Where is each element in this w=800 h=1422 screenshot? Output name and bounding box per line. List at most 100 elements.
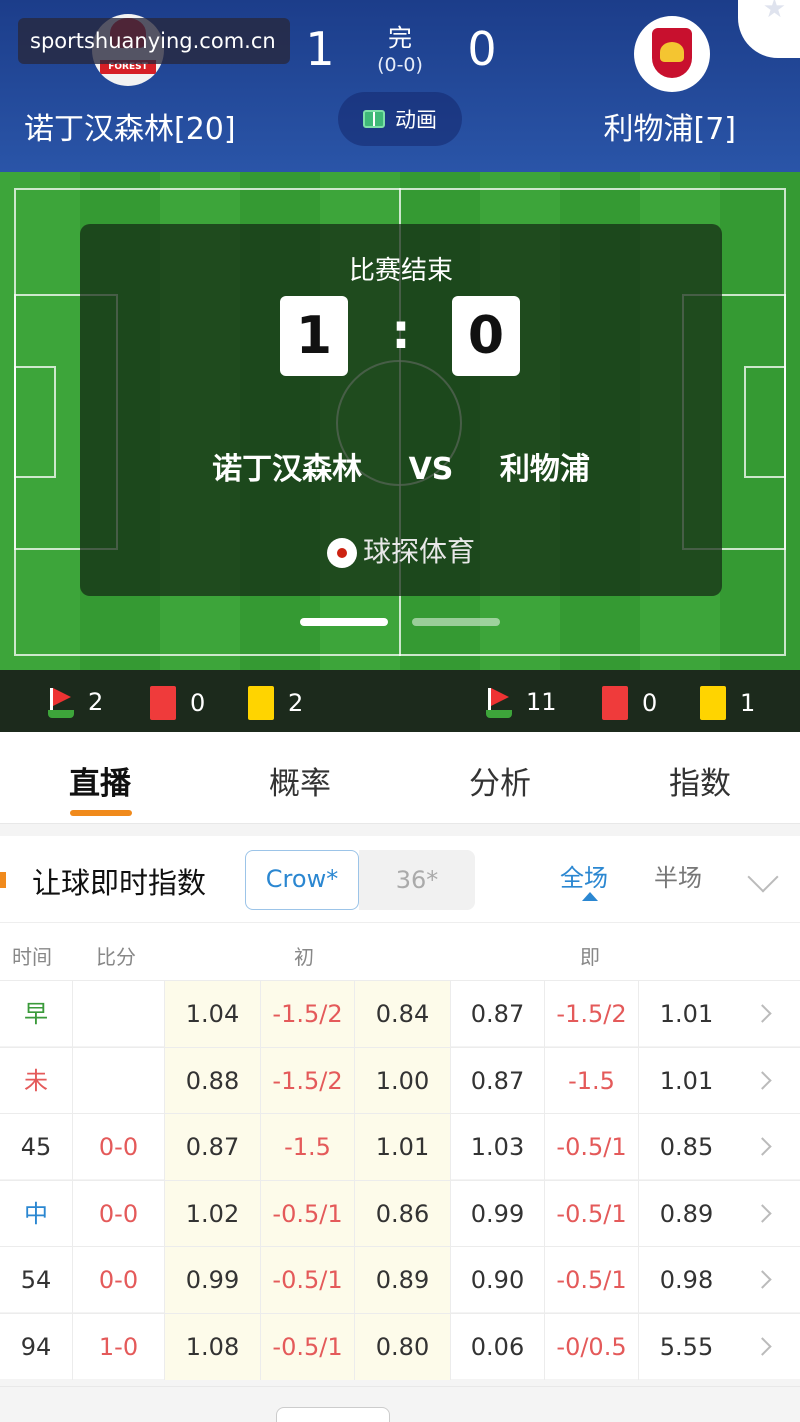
overlay-away-score: 0 xyxy=(452,296,520,376)
home-red-count: 0 xyxy=(190,689,206,717)
cell-h1: -1.5/2 xyxy=(260,1047,354,1114)
cell-o2: 0.90 xyxy=(450,1247,544,1313)
away-yellow-cards: 1 xyxy=(700,686,755,720)
cell-score: 0-0 xyxy=(72,1114,164,1180)
home-red-cards: 0 xyxy=(150,686,205,720)
cell-o2: 0.87 xyxy=(450,1047,544,1114)
cell-h2: -1.5 xyxy=(544,1047,638,1114)
overlay-colon: : xyxy=(391,304,411,360)
cell-h2: -0.5/1 xyxy=(544,1114,638,1180)
chevron-right-icon[interactable] xyxy=(753,1203,772,1223)
col-time: 时间 xyxy=(12,945,52,969)
cell-time: 45 xyxy=(20,1133,52,1161)
overlay-vs: VS xyxy=(408,452,454,487)
odds-section-header: 让球即时指数 36* Crow* 全场 半场 xyxy=(0,836,800,922)
chevron-right-icon[interactable] xyxy=(753,1070,772,1090)
cell-o2: 0.99 xyxy=(450,1180,544,1247)
cell-o2: 1.03 xyxy=(450,1114,544,1180)
chevron-right-icon[interactable] xyxy=(753,1336,772,1356)
table-row[interactable]: 未 0.88 -1.5/2 1.00 0.87 -1.5 1.01 xyxy=(0,1046,800,1114)
chevron-right-icon[interactable] xyxy=(753,1137,772,1156)
away-score: 0 xyxy=(467,22,497,76)
cell-o1: 1.02 xyxy=(164,1180,260,1247)
table-row[interactable]: 54 0-0 0.99 -0.5/1 0.89 0.90 -0.5/1 0.98 xyxy=(0,1246,800,1313)
cell-u1: 1.00 xyxy=(354,1047,450,1114)
yellow-card-icon xyxy=(248,686,274,720)
home-corners: 2 xyxy=(48,686,103,718)
animation-label: 动画 xyxy=(395,108,437,132)
result-overlay: 比赛结束 1 : 0 诺丁汉森林 VS 利物浦 球探体育 xyxy=(80,224,722,596)
cell-o1: 0.99 xyxy=(164,1247,260,1313)
cell-u2: 0.89 xyxy=(638,1180,734,1247)
overlay-title: 比赛结束 xyxy=(348,256,453,286)
tab-live[interactable]: 直播 xyxy=(0,758,200,803)
away-red-count: 0 xyxy=(642,689,658,717)
tab-odds[interactable]: 指数 xyxy=(600,758,800,803)
carousel-dot-active[interactable] xyxy=(300,618,388,626)
animation-button[interactable]: 动画 xyxy=(338,92,462,146)
home-team-name[interactable]: 诺丁汉森林[20] xyxy=(24,104,236,148)
col-score: 比分 xyxy=(96,945,136,969)
cell-o2: 0.06 xyxy=(450,1313,544,1380)
home-corners-count: 2 xyxy=(88,688,104,716)
cell-h1: -1.5/2 xyxy=(260,981,354,1047)
home-yellow-count: 2 xyxy=(288,689,304,717)
halftime-score: (0-0) xyxy=(377,54,423,76)
corner-flag-icon xyxy=(48,686,74,718)
cell-u1: 0.86 xyxy=(354,1180,450,1247)
table-row[interactable]: 早 1.04 -1.5/2 0.84 0.87 -1.5/2 1.01 xyxy=(0,980,800,1047)
away-corners: 11 xyxy=(486,686,557,718)
table-row[interactable]: 45 0-0 0.87 -1.5 1.01 1.03 -0.5/1 0.85 xyxy=(0,1113,800,1180)
match-header: FOREST sportshuanying.com.cn 1 完 (0-0) 0… xyxy=(0,0,800,172)
cell-u1: 0.89 xyxy=(354,1247,450,1313)
corner-flag-icon xyxy=(486,686,512,718)
company-tab-crow-next[interactable] xyxy=(276,1407,390,1422)
section-title: 让球即时指数 xyxy=(32,866,207,900)
cell-time: 54 xyxy=(20,1266,52,1294)
cell-score xyxy=(72,981,164,1047)
col-live: 即 xyxy=(580,945,600,969)
table-row[interactable]: 94 1-0 1.08 -0.5/1 0.80 0.06 -0/0.5 5.55 xyxy=(0,1312,800,1380)
company-tab-36[interactable]: 36* xyxy=(359,850,475,910)
cell-h1: -0.5/1 xyxy=(260,1247,354,1313)
away-team-badge-icon[interactable] xyxy=(634,16,710,92)
table-row[interactable]: 中 0-0 1.02 -0.5/1 0.86 0.99 -0.5/1 0.89 xyxy=(0,1179,800,1247)
football-icon xyxy=(326,538,357,568)
liverbird-shield-icon xyxy=(652,28,692,78)
cell-u1: 0.84 xyxy=(354,981,450,1047)
cell-score: 0-0 xyxy=(72,1247,164,1313)
pitch-icon xyxy=(363,110,385,128)
cell-u1: 0.80 xyxy=(354,1313,450,1380)
away-red-cards: 0 xyxy=(602,686,657,720)
yellow-card-icon xyxy=(700,686,726,720)
tab-probability[interactable]: 概率 xyxy=(200,758,400,803)
cell-h2: -0.5/1 xyxy=(544,1247,638,1313)
away-team-name[interactable]: 利物浦[7] xyxy=(604,104,737,148)
cell-o1: 1.04 xyxy=(164,981,260,1047)
carousel-dot[interactable] xyxy=(412,618,500,626)
cell-o2: 0.87 xyxy=(450,981,544,1047)
active-tab-indicator xyxy=(70,810,132,816)
chevron-down-icon[interactable] xyxy=(747,861,779,893)
cell-h2: -1.5/2 xyxy=(544,981,638,1047)
favorite-star-icon[interactable] xyxy=(738,0,800,58)
away-corners-count: 11 xyxy=(526,688,557,716)
period-half-tab[interactable]: 半场 xyxy=(654,858,702,893)
cell-time: 中 xyxy=(24,1199,48,1228)
cell-o1: 1.08 xyxy=(164,1313,260,1380)
cell-u2: 1.01 xyxy=(638,981,734,1047)
overlay-home-team: 诺丁汉森林 xyxy=(212,452,363,487)
match-stats-bar: 2 0 2 11 0 1 xyxy=(0,670,800,732)
chevron-right-icon[interactable] xyxy=(753,1004,772,1023)
period-full-tab[interactable]: 全场 xyxy=(560,858,608,901)
cell-h1: -0.5/1 xyxy=(260,1180,354,1247)
cell-u2: 1.01 xyxy=(638,1047,734,1114)
company-tab-crow[interactable]: Crow* xyxy=(245,850,359,910)
cell-time: 早 xyxy=(24,1000,48,1028)
cell-h1: -1.5 xyxy=(260,1114,354,1180)
chevron-right-icon[interactable] xyxy=(753,1270,772,1289)
cell-time: 未 xyxy=(24,1066,48,1095)
tab-analysis[interactable]: 分析 xyxy=(400,758,600,803)
match-pitch-panel[interactable]: 比赛结束 1 : 0 诺丁汉森林 VS 利物浦 球探体育 xyxy=(0,172,800,670)
overlay-teams: 诺丁汉森林 VS 利物浦 xyxy=(80,444,722,488)
